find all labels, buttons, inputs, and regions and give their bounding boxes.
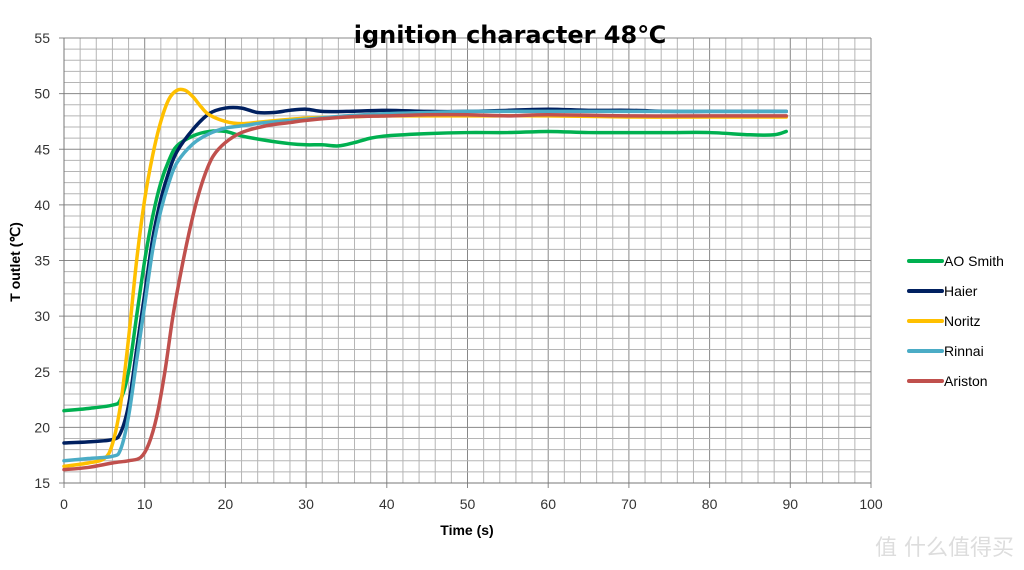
legend: AO Smith Haier Noritz Rinnai Ariston xyxy=(907,253,1004,389)
legend-label-ao-smith: AO Smith xyxy=(944,253,1004,269)
y-axis-ticks: 15 20 25 30 35 40 45 50 55 xyxy=(34,30,50,491)
y-tick-label: 55 xyxy=(34,30,50,46)
x-axis-ticks: 0 10 20 30 40 50 60 70 80 90 100 xyxy=(60,496,883,512)
x-tick-label: 20 xyxy=(218,496,234,512)
x-tick-label: 70 xyxy=(621,496,637,512)
x-axis-label: Time (s) xyxy=(440,522,493,538)
series-line-noritz xyxy=(62,87,789,469)
y-tick-label: 50 xyxy=(34,86,50,102)
x-tick-label: 40 xyxy=(379,496,395,512)
watermark: 值 什么值得买 xyxy=(875,536,1014,561)
series-line-haier xyxy=(62,105,789,445)
y-tick-label: 35 xyxy=(34,253,50,269)
y-axis-label: T outlet (℃) xyxy=(7,222,23,301)
legend-label-noritz: Noritz xyxy=(944,313,981,329)
x-tick-label: 100 xyxy=(859,496,883,512)
grid xyxy=(59,37,872,488)
x-tick-label: 10 xyxy=(137,496,153,512)
y-tick-label: 25 xyxy=(34,364,50,380)
legend-label-haier: Haier xyxy=(944,283,978,299)
x-tick-label: 0 xyxy=(60,496,68,512)
x-tick-label: 30 xyxy=(298,496,314,512)
y-tick-label: 30 xyxy=(34,308,50,324)
y-tick-label: 45 xyxy=(34,141,50,157)
y-tick-label: 20 xyxy=(34,419,50,435)
x-tick-label: 90 xyxy=(783,496,799,512)
chart-title: ignition character 48℃ xyxy=(354,21,667,49)
series-group xyxy=(62,87,789,472)
x-tick-label: 60 xyxy=(540,496,556,512)
legend-label-rinnai: Rinnai xyxy=(944,343,984,359)
legend-label-ariston: Ariston xyxy=(944,373,988,389)
line-chart: 0 10 20 30 40 50 60 70 80 90 100 15 20 25 30 35 40 45 50 5… xyxy=(7,21,1004,538)
x-tick-label: 50 xyxy=(460,496,476,512)
y-tick-label: 15 xyxy=(34,475,50,491)
x-tick-label: 80 xyxy=(702,496,718,512)
y-tick-label: 40 xyxy=(34,197,50,213)
